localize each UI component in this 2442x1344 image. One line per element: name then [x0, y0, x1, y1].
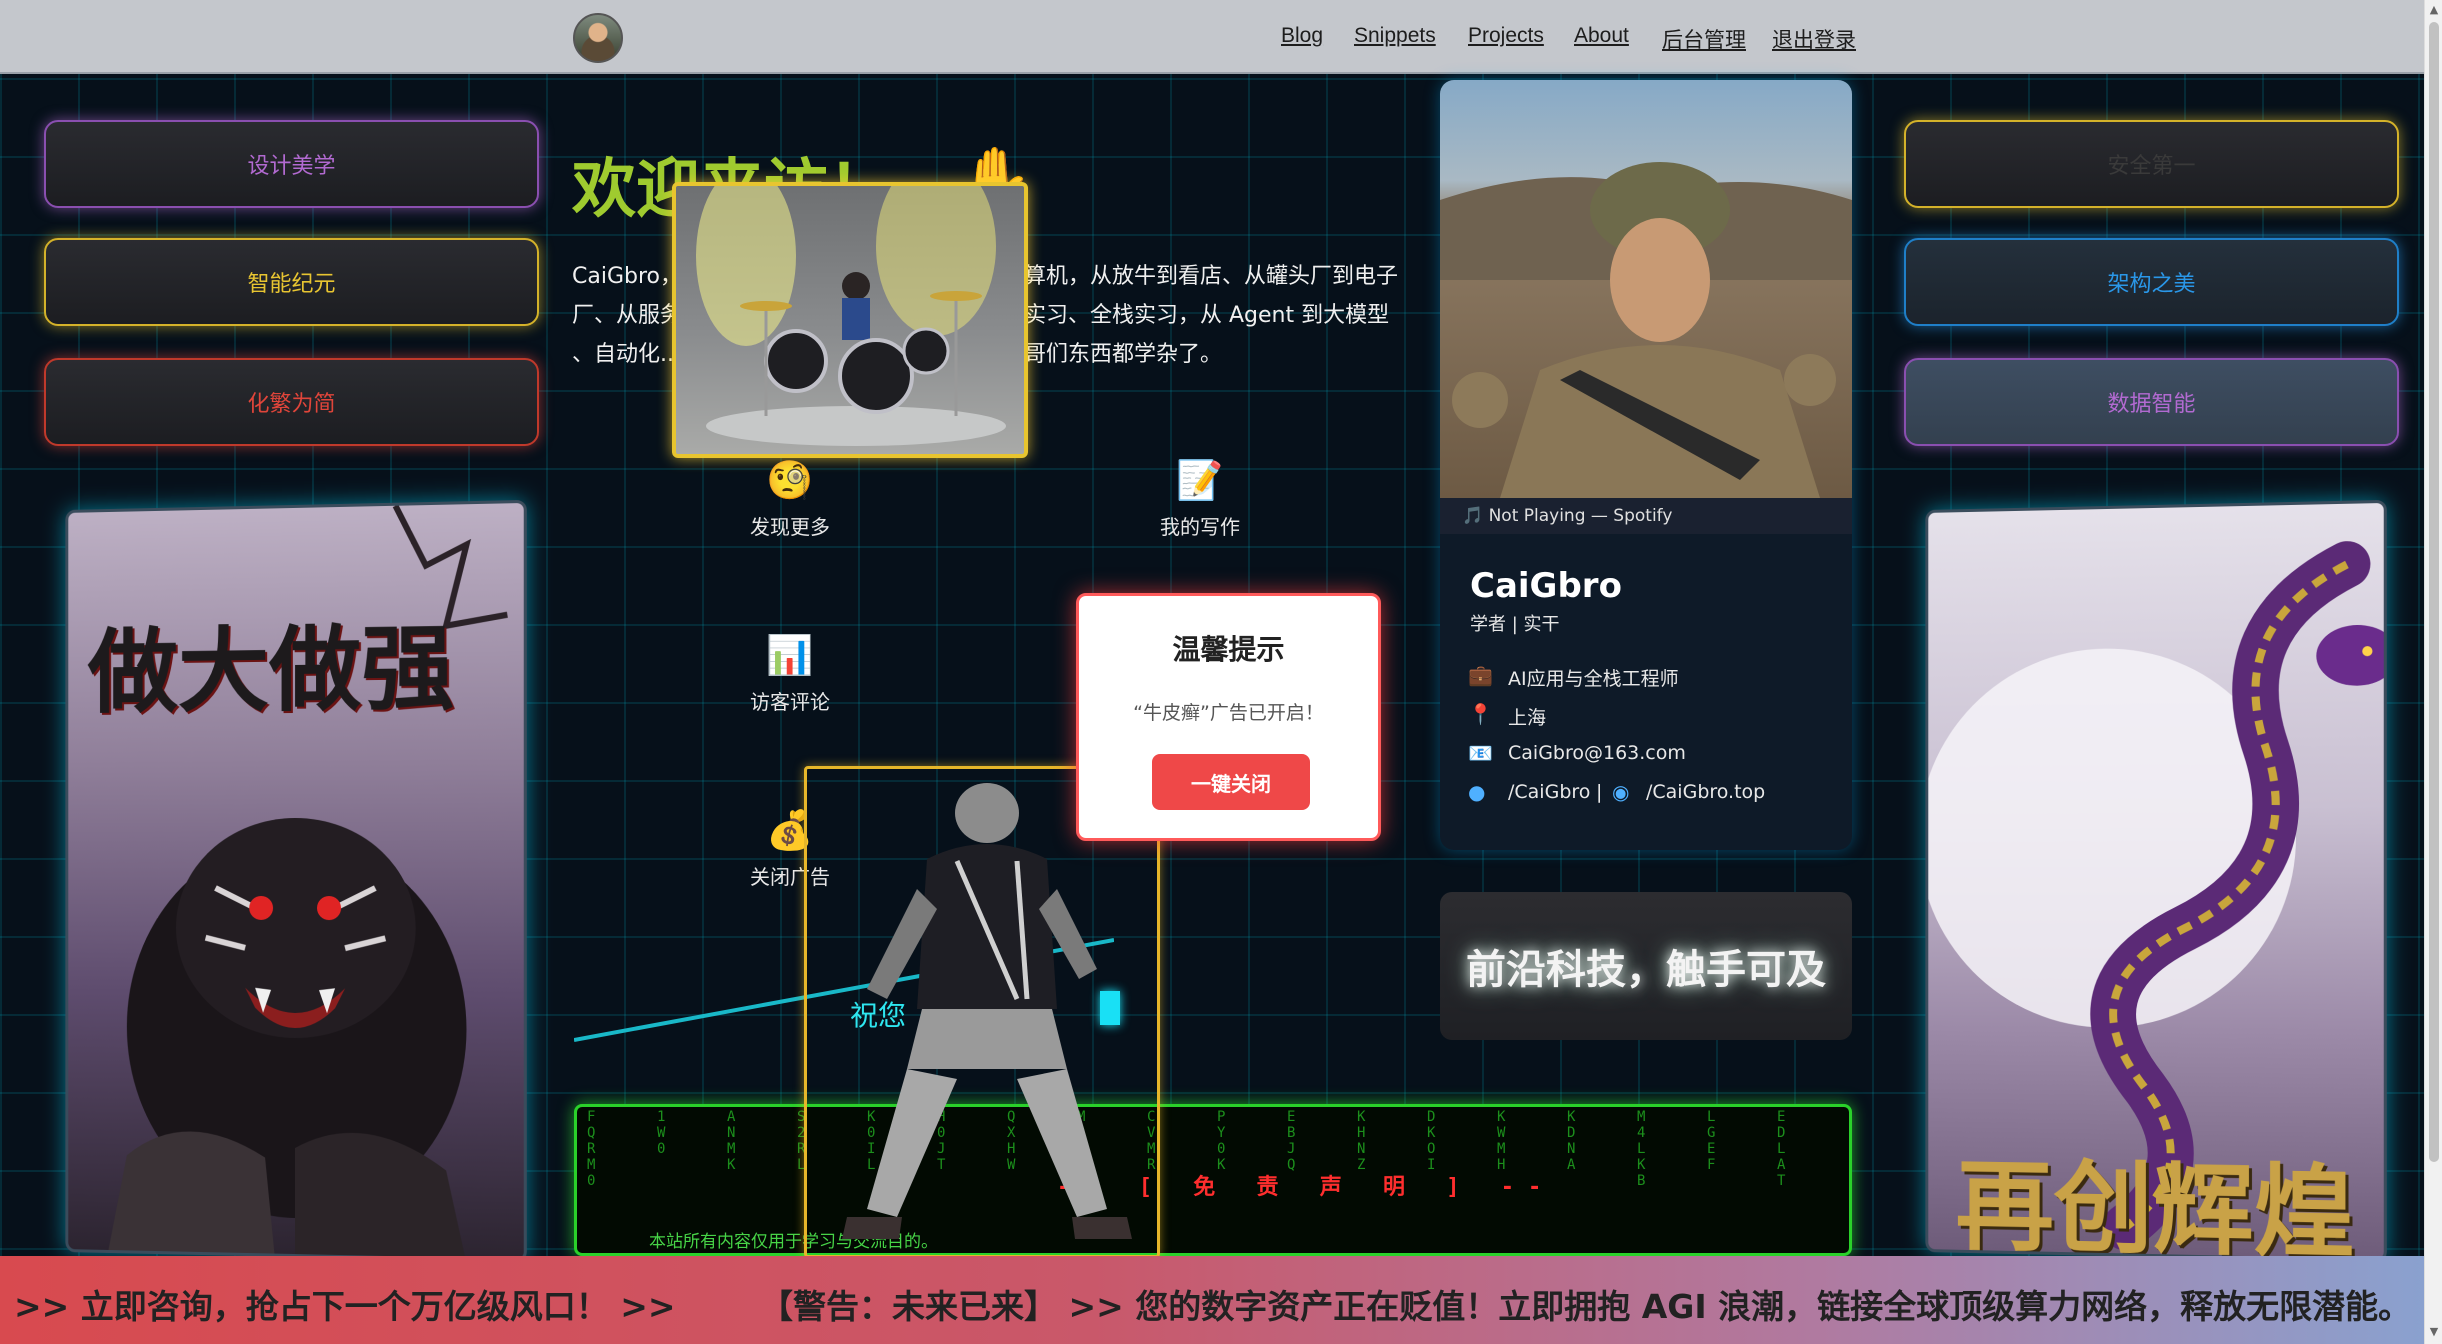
- matrix-column: EDLAT: [1777, 1109, 1786, 1189]
- bar-chart-icon: 📊: [766, 633, 814, 677]
- profile-name: CaiGbro: [1470, 566, 1622, 606]
- feature-label: 发现更多: [750, 515, 830, 539]
- close-all-ads-button[interactable]: 一键关闭: [1152, 754, 1310, 810]
- matrix-column: KDNA: [1567, 1109, 1576, 1173]
- modal-message: “牛皮癣”广告已开启！: [1133, 702, 1324, 724]
- matrix-column: DKOI: [1427, 1109, 1436, 1173]
- poster-dragon: 再创辉煌: [1925, 499, 2387, 1263]
- scroll-up-arrow-icon[interactable]: ▲: [2428, 4, 2440, 16]
- intro-text-line: 厂、从服务: [572, 303, 683, 328]
- disclaimer-matrix-box: FQRM01W0ANMKS2RLK0ILH0JTQXHWM2SJOCVMRPY0…: [574, 1104, 1852, 1256]
- intro-text-line: 算机，从放牛到看店、从罐头厂到电子: [1024, 264, 1399, 289]
- ticker-segment: 【警告：未来已来】 >> 您的数字资产正在贬值！立即拥抱 AGI 浪潮，链接全球…: [760, 1287, 2424, 1326]
- github-icon: ●: [1468, 780, 1486, 804]
- feature-visitor-comments[interactable]: 📊 访客评论: [710, 630, 870, 715]
- top-navbar: Blog Snippets Projects About 后台管理 退出登录: [0, 0, 2424, 74]
- profile-subtitle: 学者 | 实干: [1470, 614, 1560, 635]
- spotify-status[interactable]: 🎵 Not Playing — Spotify: [1440, 498, 1852, 534]
- matrix-column: ANMK: [727, 1109, 736, 1173]
- poster-dragon-title: 再创辉煌: [1955, 1146, 2356, 1263]
- briefcase-icon: 💼: [1468, 663, 1493, 687]
- nav-link-snippets[interactable]: Snippets: [1354, 24, 1436, 54]
- monocle-face-icon: 🧐: [766, 458, 814, 502]
- ad-ticker: >> 立即咨询，抢占下一个万亿级风口！ >> 【警告：未来已来】 >> 您的数字…: [0, 1256, 2424, 1344]
- profile-card: 🎵 Not Playing — Spotify CaiGbro 学者 | 实干 …: [1440, 80, 1852, 850]
- intro-text-line: 、自动化...: [572, 342, 681, 367]
- nav-link-about[interactable]: About: [1574, 24, 1629, 54]
- profile-location: 上海: [1508, 707, 1547, 729]
- drummer-video-popup[interactable]: [672, 182, 1028, 458]
- feature-label: 访客评论: [750, 690, 830, 714]
- matrix-column: FQRM0: [587, 1109, 596, 1189]
- modal-title: 温馨提示: [1172, 633, 1285, 666]
- matrix-column: PY0K: [1217, 1109, 1226, 1173]
- nav-link-logout[interactable]: 退出登录: [1772, 24, 1856, 54]
- site-avatar[interactable]: [573, 13, 623, 63]
- scroll-down-arrow-icon[interactable]: ▼: [2428, 1326, 2440, 1338]
- soldier-illustration: [1440, 162, 1852, 498]
- nav-link-projects[interactable]: Projects: [1468, 24, 1544, 54]
- matrix-column: KWMH: [1497, 1109, 1506, 1173]
- matrix-column: KHNZ: [1357, 1109, 1366, 1173]
- matrix-column: EBJQ: [1287, 1109, 1296, 1173]
- matrix-column: M4LKB: [1637, 1109, 1646, 1189]
- dancer-illustration: [842, 783, 1132, 1239]
- side-button-security[interactable]: 安全第一: [1904, 120, 2399, 208]
- intro-text-line: CaiGbro，: [572, 264, 682, 289]
- nav-link-admin[interactable]: 后台管理: [1662, 24, 1746, 54]
- feature-discover-more[interactable]: 🧐 发现更多: [710, 455, 870, 540]
- profile-role: AI应用与全栈工程师: [1508, 668, 1679, 690]
- side-button-intelligence[interactable]: 智能纪元: [44, 238, 539, 326]
- notice-modal: 温馨提示 “牛皮癣”广告已开启！ 一键关闭: [1076, 593, 1381, 841]
- poster-tiger-title: 做大做强: [87, 613, 455, 726]
- matrix-column: LGEF: [1707, 1109, 1716, 1173]
- ticker-segment: >> 立即咨询，抢占下一个万亿级风口！ >>: [14, 1287, 676, 1326]
- side-button-design[interactable]: 设计美学: [44, 120, 539, 208]
- feature-my-writing[interactable]: 📝 我的写作: [1120, 455, 1280, 540]
- side-button-data[interactable]: 数据智能: [1904, 358, 2399, 446]
- globe-icon: ◉: [1612, 780, 1630, 804]
- memo-icon: 📝: [1176, 458, 1224, 502]
- side-button-simplify[interactable]: 化繁为简: [44, 358, 539, 446]
- matrix-column: 1W0: [657, 1109, 666, 1157]
- location-pin-icon: 📍: [1468, 702, 1493, 726]
- intro-text-line: 哥们东西都学杂了。: [1024, 342, 1223, 367]
- page-scrollbar[interactable]: ▲ ▼: [2424, 0, 2442, 1344]
- profile-email[interactable]: CaiGbro@163.com: [1508, 742, 1686, 764]
- intro-text-line: 实习、全栈实习，从 Agent 到大模型: [1024, 303, 1390, 328]
- drummer-illustration: [696, 186, 1006, 446]
- side-button-architecture[interactable]: 架构之美: [1904, 238, 2399, 326]
- profile-github-link[interactable]: /CaiGbro: [1508, 781, 1590, 803]
- feature-label: 我的写作: [1160, 515, 1240, 539]
- scrollbar-thumb[interactable]: [2429, 22, 2439, 1162]
- poster-tiger: 做大做强: [65, 499, 527, 1263]
- profile-website-link[interactable]: /CaiGbro.top: [1646, 781, 1765, 803]
- tech-slogan-card: 前沿科技，触手可及: [1440, 892, 1852, 1040]
- nav-link-blog[interactable]: Blog: [1281, 24, 1323, 54]
- profile-link-separator: |: [1596, 781, 1603, 803]
- email-icon: 📧: [1468, 741, 1493, 765]
- profile-photo: [1440, 80, 1852, 498]
